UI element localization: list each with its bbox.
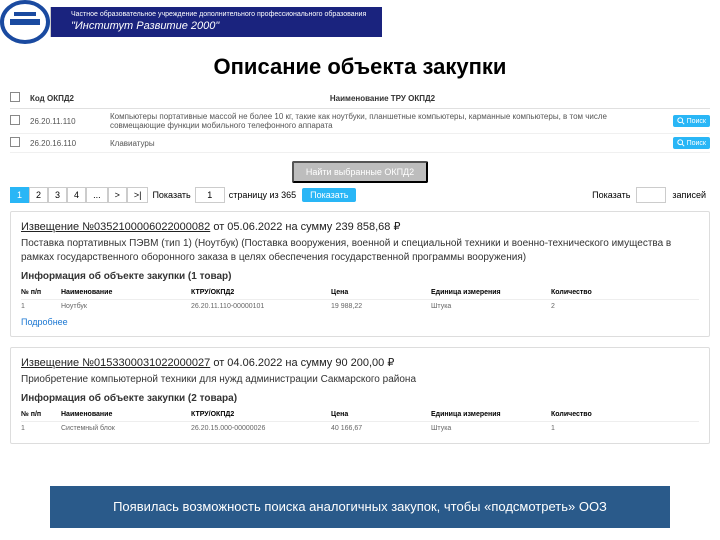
logo-icon bbox=[0, 0, 50, 44]
app-header: Частное образовательное учреждение допол… bbox=[0, 0, 720, 44]
banner-line1: Частное образовательное учреждение допол… bbox=[71, 10, 366, 19]
row-checkbox[interactable] bbox=[10, 115, 20, 125]
col-check bbox=[10, 92, 30, 104]
notice-meta: от 05.06.2022 на сумму 239 858,68 ₽ bbox=[210, 221, 400, 233]
show-label-2: Показать bbox=[588, 190, 634, 200]
page-of-label: страницу из 365 bbox=[225, 190, 300, 200]
table-row: 26.20.16.110 Клавиатуры Поиск bbox=[10, 134, 710, 153]
search-icon bbox=[677, 117, 685, 125]
row-code: 26.20.11.110 bbox=[30, 117, 110, 126]
pager: 1234...>>| Показать страницу из 365 Пока… bbox=[10, 187, 710, 203]
items-head: № п/пНаименованиеКТРУ/ОКПД2ЦенаЕдиница и… bbox=[21, 408, 699, 422]
records-label: записей bbox=[668, 190, 710, 200]
logo-wrap bbox=[0, 0, 50, 44]
pager-right: Показать записей bbox=[588, 187, 710, 203]
pager-page[interactable]: 4 bbox=[67, 187, 86, 203]
notice-link[interactable]: Извещение №0352100006022000082 bbox=[21, 221, 210, 233]
search-icon bbox=[677, 139, 685, 147]
notice-meta: от 04.06.2022 на сумму 90 200,00 ₽ bbox=[210, 357, 394, 369]
banner-line2: "Институт Развитие 2000" bbox=[71, 19, 366, 33]
more-link[interactable]: Подробнее bbox=[21, 317, 68, 327]
pager-page[interactable]: 2 bbox=[29, 187, 48, 203]
card-desc: Приобретение компьютерной техники для ну… bbox=[21, 373, 699, 387]
show-button[interactable]: Показать bbox=[302, 188, 356, 202]
find-selected-button[interactable]: Найти выбранные ОКПД2 bbox=[292, 161, 428, 183]
show-label: Показать bbox=[148, 190, 194, 200]
pager-page[interactable]: > bbox=[108, 187, 127, 203]
pager-page[interactable]: 1 bbox=[10, 187, 29, 203]
pager-pages: 1234...>>| bbox=[10, 190, 148, 200]
col-code-head: Код ОКПД2 bbox=[30, 94, 110, 103]
item-row: 1Системный блок26.20.15.000-0000002640 1… bbox=[21, 422, 699, 435]
okpd-table-head: Код ОКПД2 Наименование ТРУ ОКПД2 bbox=[10, 88, 710, 109]
notice-card: Извещение №0153300031022000027 от 04.06.… bbox=[10, 347, 710, 444]
page-input[interactable] bbox=[195, 187, 225, 203]
row-name: Клавиатуры bbox=[110, 139, 655, 148]
card-title: Извещение №0153300031022000027 от 04.06.… bbox=[21, 356, 699, 369]
banner: Частное образовательное учреждение допол… bbox=[50, 7, 382, 36]
row-code: 26.20.16.110 bbox=[30, 139, 110, 148]
okpd-rows: 26.20.11.110 Компьютеры портативные масс… bbox=[10, 109, 710, 153]
notice-link[interactable]: Извещение №0153300031022000027 bbox=[21, 357, 210, 369]
footer-callout: Появилась возможность поиска аналогичных… bbox=[50, 486, 670, 528]
col-name-head: Наименование ТРУ ОКПД2 bbox=[110, 94, 655, 103]
page-title: Описание объекта закупки bbox=[0, 54, 720, 80]
row-checkbox[interactable] bbox=[10, 137, 20, 147]
cards-list: Извещение №0352100006022000082 от 05.06.… bbox=[10, 211, 710, 444]
card-desc: Поставка портативных ПЭВМ (тип 1) (Ноутб… bbox=[21, 237, 699, 265]
pager-page[interactable]: ... bbox=[86, 187, 108, 203]
notice-card: Извещение №0352100006022000082 от 05.06.… bbox=[10, 211, 710, 337]
table-row: 26.20.11.110 Компьютеры портативные масс… bbox=[10, 109, 710, 134]
row-search-button[interactable]: Поиск bbox=[673, 137, 710, 149]
content-area: Код ОКПД2 Наименование ТРУ ОКПД2 26.20.1… bbox=[0, 88, 720, 444]
pager-page[interactable]: 3 bbox=[48, 187, 67, 203]
items-head: № п/пНаименованиеКТРУ/ОКПД2ЦенаЕдиница и… bbox=[21, 286, 699, 300]
card-title: Извещение №0352100006022000082 от 05.06.… bbox=[21, 220, 699, 233]
row-search-button[interactable]: Поиск bbox=[673, 115, 710, 127]
records-input[interactable] bbox=[636, 187, 666, 203]
card-info: Информация об объекте закупки (2 товара) bbox=[21, 393, 699, 404]
item-row: 1Ноутбук26.20.11.110-0000010119 988,22Шт… bbox=[21, 300, 699, 313]
checkbox-all[interactable] bbox=[10, 92, 20, 102]
pager-page[interactable]: >| bbox=[127, 187, 149, 203]
card-info: Информация об объекте закупки (1 товар) bbox=[21, 271, 699, 282]
row-name: Компьютеры портативные массой не более 1… bbox=[110, 112, 655, 130]
